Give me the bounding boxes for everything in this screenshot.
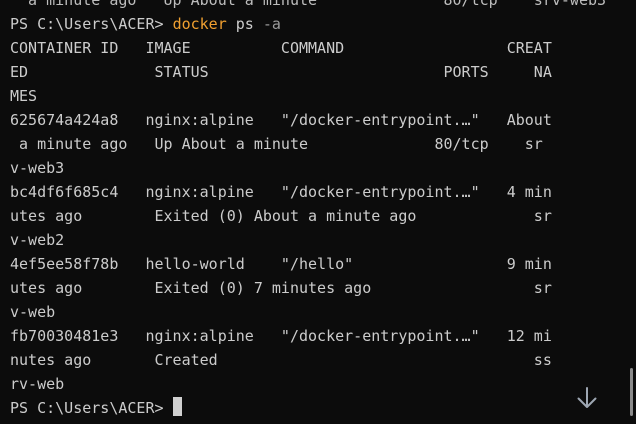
output-line: fb70030481e3 nginx:alpine "/docker-entry… <box>10 327 552 345</box>
command-args: ps <box>235 15 254 33</box>
prompt: PS C:\Users\ACER> <box>10 399 164 417</box>
output-line: v-web <box>10 303 56 321</box>
input-line[interactable]: PS C:\Users\ACER> <box>10 396 606 420</box>
output-line: 625674a424a8 nginx:alpine "/docker-entry… <box>10 111 552 129</box>
command-line: PS C:\Users\ACER> docker ps -a <box>10 12 606 36</box>
scrollbar-thumb[interactable] <box>622 368 636 416</box>
output-line: ED STATUS PORTS NA <box>10 63 552 81</box>
output-line: 4ef5ee58f78b hello-world "/hello" 9 min <box>10 255 552 273</box>
command-name: docker <box>172 15 227 33</box>
scrollbar[interactable] <box>622 0 636 424</box>
output-line: nutes ago Created ss <box>10 351 552 369</box>
prompt: PS C:\Users\ACER> <box>10 15 164 33</box>
arrow-down-icon[interactable] <box>574 385 600 411</box>
output-line: utes ago Exited (0) 7 minutes ago sr <box>10 279 552 297</box>
output-line: bc4df6f685c4 nginx:alpine "/docker-entry… <box>10 183 552 201</box>
clipped-output-line: a minute ago Up About a minute 80/tcp sr… <box>10 0 607 9</box>
arrow-down-icon-graphic <box>577 387 597 408</box>
output-line: v-web2 <box>10 231 65 249</box>
text-cursor <box>172 397 182 416</box>
output-line: MES <box>10 87 38 105</box>
output-line: rv-web <box>10 375 65 393</box>
output-line: a minute ago Up About a minute 80/tcp sr <box>10 135 543 153</box>
command-flag: -a <box>262 15 281 33</box>
output-line: CONTAINER ID IMAGE COMMAND CREAT <box>10 39 552 57</box>
output-line: v-web3 <box>10 159 65 177</box>
terminal-output: a minute ago Up About a minute 80/tcp sr… <box>10 0 606 420</box>
output-line: utes ago Exited (0) About a minute ago s… <box>10 207 552 225</box>
terminal-window[interactable]: a minute ago Up About a minute 80/tcp sr… <box>0 0 636 424</box>
